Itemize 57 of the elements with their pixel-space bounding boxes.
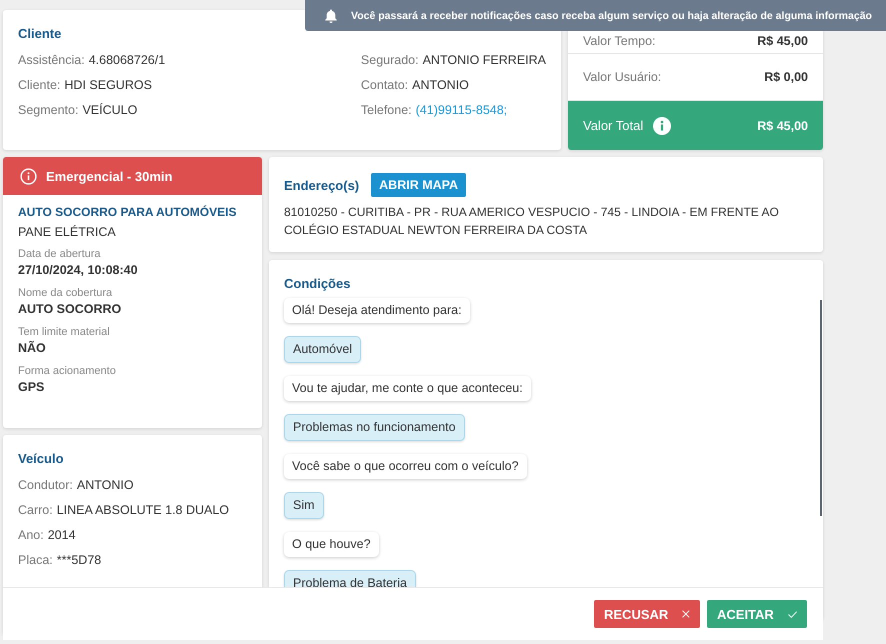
client-title: Cliente	[18, 26, 62, 41]
accept-button[interactable]: ACEITAR	[707, 600, 807, 628]
field-label: Nome da cobertura	[18, 286, 114, 301]
field-label: Contato:	[360, 78, 408, 92]
field-label: Placa:	[18, 553, 53, 567]
answer-bubble: Sim	[284, 492, 324, 519]
address-text: 81010250 - CURITIBA - PR - RUA AMERICO VESPUCIO - 745 - LINDOIA - EM FRENTE AO COLÉGIO ESTADUAL NEWTON FERREIRA DA COSTA	[284, 204, 780, 239]
phone-link[interactable]: (41)99115-8548;	[416, 103, 508, 117]
message-bubble: Você sabe o que ocorreu com o veículo?	[284, 454, 527, 479]
notification-text: Você passará a receber notificações caso receba algum serviço ou haja alteração de alguma informação	[351, 10, 872, 22]
field-value: AUTO SOCORRO	[18, 301, 122, 317]
field-label: Condutor:	[18, 478, 73, 492]
address-title: Endereço(s)	[284, 178, 360, 192]
conditions-title: Condições	[284, 276, 352, 291]
service-title: AUTO SOCORRO PARA AUTOMÓVEIS	[18, 204, 238, 221]
message-bubble: Olá! Deseja atendimento para:	[284, 298, 470, 323]
field-value: ANTONIO FERREIRA	[422, 53, 546, 67]
info-icon[interactable]	[653, 116, 672, 134]
field-value: ***5D78	[56, 553, 102, 567]
answer-bubble: Automóvel	[284, 336, 362, 363]
field-label: Segurado:	[360, 53, 419, 67]
value-label: Valor Usuário:	[583, 70, 662, 84]
field-label: Segmento:	[18, 103, 78, 117]
field-value: LINEA ABSOLUTE 1.8 DUALO	[56, 503, 230, 517]
value-amount: R$ 45,00	[757, 34, 808, 48]
vehicle-title: Veículo	[18, 451, 65, 466]
field-label: Data de abertura	[18, 247, 102, 262]
service-subtitle: PANE ELÉTRICA	[18, 224, 117, 241]
field-label: Telefone:	[360, 103, 412, 117]
message-bubble: O que houve?	[284, 532, 379, 557]
field-label: Forma acionamento	[18, 364, 117, 379]
reject-button[interactable]: RECUSAR	[594, 600, 700, 628]
total-amount: R$ 45,00	[757, 118, 808, 132]
bell-icon	[323, 8, 339, 24]
answer-bubble: Problemas no funcionamento	[284, 414, 465, 441]
value-label: Valor Tempo:	[583, 34, 656, 48]
scrollbar[interactable]	[820, 300, 822, 516]
value-amount: R$ 0,00	[764, 70, 808, 84]
field-value: 4.68068726/1	[88, 53, 166, 67]
field-value: ANTONIO	[76, 478, 134, 492]
field-value: ANTONIO	[412, 78, 469, 92]
message-bubble: Vou te ajudar, me conte o que aconteceu:	[284, 376, 531, 401]
field-label: Tem limite material	[18, 325, 111, 340]
field-value: 27/10/2024, 10:08:40	[18, 262, 139, 278]
field-value: 2014	[48, 528, 76, 542]
field-label: Assistência:	[18, 53, 85, 67]
emergency-text: Emergencial - 30min	[46, 168, 172, 184]
field-label: Cliente:	[18, 78, 60, 92]
alert-icon	[20, 168, 37, 184]
field-value: HDI SEGUROS	[64, 78, 152, 92]
open-map-button[interactable]: ABRIR MAPA	[371, 173, 466, 197]
field-label: Ano:	[18, 528, 44, 542]
field-value: GPS	[18, 379, 46, 395]
field-value: NÃO	[18, 340, 47, 356]
total-label: Valor Total	[583, 118, 644, 133]
field-label: Carro:	[18, 503, 53, 517]
field-value: VEÍCULO	[82, 103, 138, 117]
